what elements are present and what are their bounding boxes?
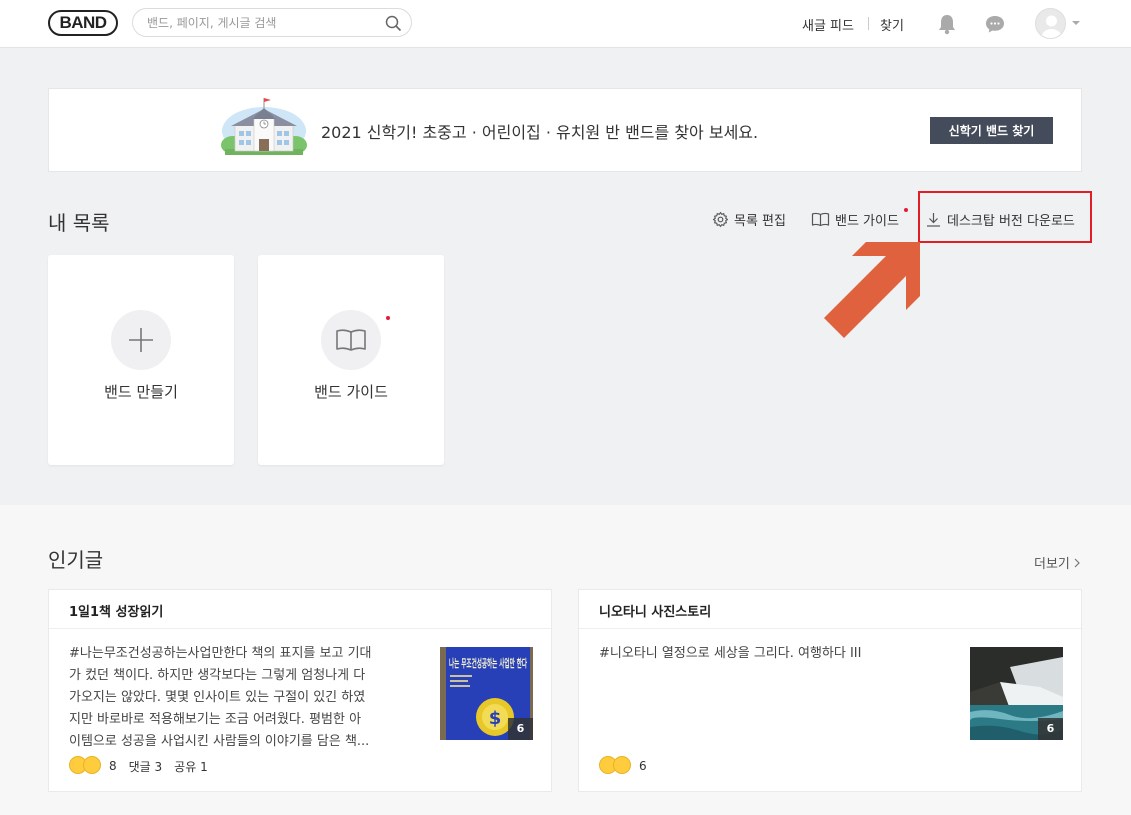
edit-list-button[interactable]: 목록 편집: [712, 210, 786, 229]
book-icon: [811, 212, 830, 226]
post-band-name[interactable]: 1일1책 성장읽기: [49, 590, 551, 629]
reaction-count: 6: [639, 759, 647, 773]
reaction-emojis[interactable]: [599, 756, 635, 776]
edit-list-label: 목록 편집: [734, 213, 786, 229]
reaction-emojis[interactable]: [69, 756, 105, 776]
caret-down-icon[interactable]: [1072, 21, 1080, 25]
highlight-box: [918, 191, 1092, 243]
gear-icon: [712, 211, 729, 227]
post-line: #나는무조건성공하는사업만한다 책의 표지를 보고 기대: [69, 646, 372, 661]
post-band-name[interactable]: 니오타니 사진스토리: [579, 590, 1081, 629]
pointer-arrow: [824, 242, 920, 338]
plus-icon: [129, 328, 153, 352]
chat-icon[interactable]: [985, 14, 1005, 34]
post-line: 가오지는 않았다. 몇몇 인사이트 있는 구절이 있긴 하였: [69, 690, 366, 705]
more-link[interactable]: 더보기: [1034, 553, 1080, 572]
photo-count: 6: [1038, 718, 1063, 740]
school-illustration: [221, 98, 307, 155]
share-count[interactable]: 공유 1: [174, 758, 208, 775]
find-semester-band-button[interactable]: 신학기 밴드 찾기: [930, 117, 1053, 144]
post-thumbnail[interactable]: 6: [970, 647, 1063, 740]
comment-count[interactable]: 댓글 3: [129, 758, 163, 775]
bell-icon[interactable]: [937, 13, 957, 35]
search-icon[interactable]: [385, 15, 402, 32]
popular-post[interactable]: 니오타니 사진스토리 #니오타니 열정으로 세상을 그리다. 여행하다 III …: [578, 589, 1082, 792]
search-input[interactable]: [147, 14, 377, 32]
post-footer: 6: [599, 755, 647, 777]
post-line: 가 컸던 책이다. 하지만 생각보다는 그렇게 엄청나게 다: [69, 668, 366, 683]
heart-eyes-emoji-icon: [613, 756, 631, 774]
nav-divider: [868, 17, 869, 30]
band-guide-label: 밴드 가이드: [835, 213, 899, 229]
post-line: #니오타니 열정으로 세상을 그리다. 여행하다 III: [599, 646, 862, 661]
user-icon: [1041, 15, 1062, 38]
band-guide-link[interactable]: 밴드 가이드: [811, 210, 899, 229]
post-thumbnail[interactable]: 나는 무조건성공하는 사업만 한다 $ 6: [440, 647, 533, 740]
chevron-right-icon: [1074, 558, 1080, 567]
band-guide-card-label: 밴드 가이드: [314, 383, 388, 401]
band-logo[interactable]: BAND: [48, 10, 118, 36]
my-list-title: 내 목록: [48, 211, 110, 235]
post-body[interactable]: #나는무조건성공하는사업만한다 책의 표지를 보고 기대 가 컸던 책이다. 하…: [69, 643, 421, 753]
heart-eyes-emoji-icon: [83, 756, 101, 774]
new-feed-link[interactable]: 새글 피드: [802, 15, 854, 34]
popular-post[interactable]: 1일1책 성장읽기 #나는무조건성공하는사업만한다 책의 표지를 보고 기대 가…: [48, 589, 552, 792]
avatar[interactable]: [1035, 8, 1066, 39]
band-guide-circle: [321, 310, 381, 370]
svg-text:$: $: [489, 708, 502, 729]
banner-text: 2021 신학기! 초중고 · 어린이집 · 유치원 반 밴드를 찾아 보세요.: [321, 123, 759, 142]
popular-title: 인기글: [48, 548, 104, 572]
reaction-count: 8: [109, 759, 117, 773]
top-header: BAND 새글 피드 찾기: [0, 0, 1131, 48]
book-icon: [336, 329, 366, 351]
post-body[interactable]: #니오타니 열정으로 세상을 그리다. 여행하다 III: [599, 643, 951, 665]
create-band-circle: [111, 310, 171, 370]
post-line: 이템으로 성공을 사업시킨 사람들의 이야기를 담은 책...: [69, 734, 370, 749]
new-badge-dot: [904, 208, 908, 212]
band-guide-card[interactable]: 밴드 가이드: [258, 255, 444, 465]
cover-title: 나는 무조건성공하는 사업만 한다: [449, 656, 527, 670]
find-link[interactable]: 찾기: [880, 15, 904, 34]
search-box[interactable]: [132, 8, 412, 37]
post-line: 지만 바로바로 적용해보기는 조금 어려웠다. 평범한 아: [69, 712, 362, 727]
create-band-card[interactable]: 밴드 만들기: [48, 255, 234, 465]
new-badge-dot: [386, 316, 390, 320]
more-label: 더보기: [1034, 557, 1070, 572]
post-footer: 8 댓글 3 공유 1: [69, 755, 208, 777]
create-band-label: 밴드 만들기: [104, 383, 178, 401]
new-semester-banner: 2021 신학기! 초중고 · 어린이집 · 유치원 반 밴드를 찾아 보세요.…: [48, 88, 1082, 172]
photo-count: 6: [508, 718, 533, 740]
